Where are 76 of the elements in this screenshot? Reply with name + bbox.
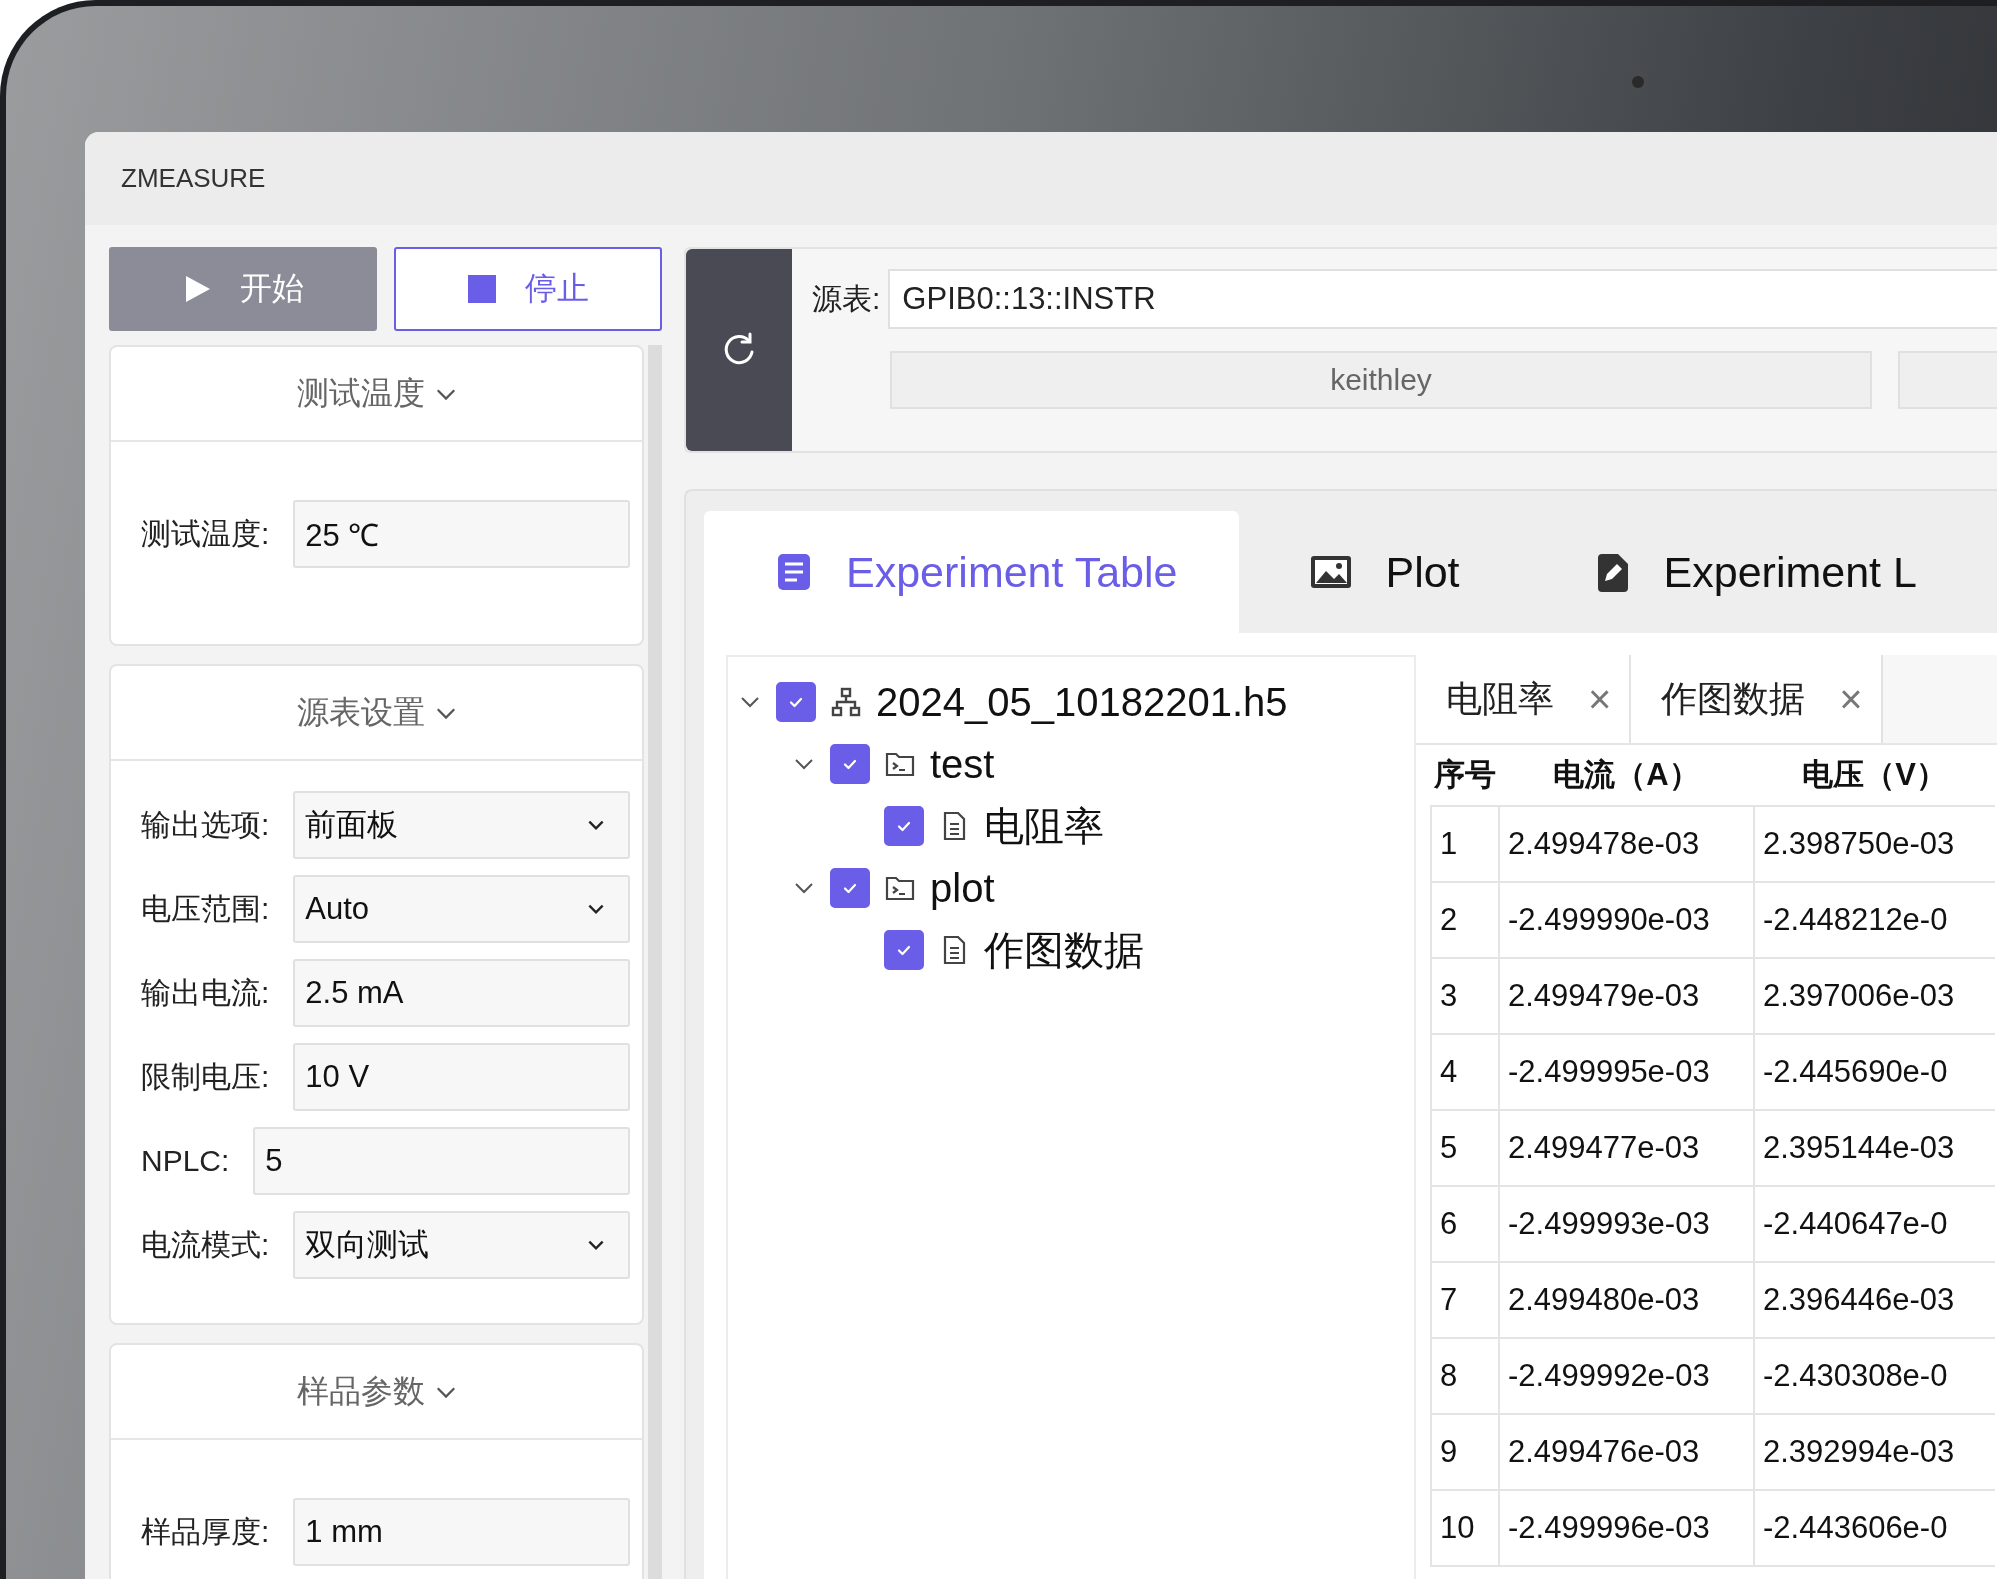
window-title: ZMEASURE bbox=[121, 163, 266, 194]
table-cell: 5 bbox=[1431, 1110, 1499, 1186]
field-label: 电压范围: bbox=[141, 890, 270, 927]
stop-button[interactable]: 停止 bbox=[394, 247, 662, 331]
field-label: 输出选项: bbox=[141, 806, 270, 843]
field-label: 样品厚度: bbox=[141, 1513, 270, 1550]
table-cell: -2.445690e-0 bbox=[1754, 1034, 1995, 1110]
input-field[interactable]: 2.5 mA bbox=[293, 959, 630, 1027]
field-label: 源表: bbox=[812, 280, 881, 317]
input-field[interactable]: 5 bbox=[253, 1127, 630, 1195]
table-cell: 2.499477e-03 bbox=[1499, 1110, 1754, 1186]
field-label: 限制电压: bbox=[141, 1058, 270, 1095]
close-icon[interactable]: × bbox=[1839, 676, 1863, 722]
dropdown[interactable]: 前面板 bbox=[293, 791, 630, 859]
table-cell: -2.430308e-0 bbox=[1754, 1338, 1995, 1414]
table-cell: -2.499990e-03 bbox=[1499, 882, 1754, 958]
checkbox[interactable] bbox=[884, 930, 924, 970]
tree-item-label[interactable]: 2024_05_10182201.h5 bbox=[876, 679, 1288, 725]
data-tab[interactable]: 电阻率 × bbox=[1416, 655, 1632, 743]
device-button[interactable]: keithley bbox=[890, 351, 1872, 409]
table-cell: -2.440647e-0 bbox=[1754, 1186, 1995, 1262]
data-tab[interactable]: 作图数据 × bbox=[1631, 655, 1883, 743]
table-cell: -2.499995e-03 bbox=[1499, 1034, 1754, 1110]
table-cell: -2.499992e-03 bbox=[1499, 1338, 1754, 1414]
table-cell: 2.499480e-03 bbox=[1499, 1262, 1754, 1338]
table-cell: 4 bbox=[1431, 1034, 1499, 1110]
table-cell: 2.392994e-03 bbox=[1754, 1414, 1995, 1490]
column-header: 序号 bbox=[1431, 745, 1499, 806]
checkbox[interactable] bbox=[884, 806, 924, 846]
table-cell: 2.396446e-03 bbox=[1754, 1262, 1995, 1338]
tab-label[interactable]: 作图数据 bbox=[1661, 674, 1806, 724]
table-cell: 2.395144e-03 bbox=[1754, 1110, 1995, 1186]
table-cell: 10 bbox=[1431, 1490, 1499, 1566]
column-header: 电流（A） bbox=[1499, 745, 1754, 806]
checkbox[interactable] bbox=[776, 682, 816, 722]
input-field[interactable]: 10 V bbox=[293, 1043, 630, 1111]
hierarchy-icon bbox=[830, 686, 862, 718]
table-cell: 7 bbox=[1431, 1262, 1499, 1338]
checkbox[interactable] bbox=[830, 744, 870, 784]
tree-item-label[interactable]: 作图数据 bbox=[984, 922, 1144, 978]
field-label: 电流模式: bbox=[141, 1226, 270, 1263]
checkbox[interactable] bbox=[830, 868, 870, 908]
table-cell: -2.448212e-0 bbox=[1754, 882, 1995, 958]
table-cell: 2.499476e-03 bbox=[1499, 1414, 1754, 1490]
table-cell: 6 bbox=[1431, 1186, 1499, 1262]
tab[interactable]: Experiment L bbox=[1521, 511, 1917, 633]
close-icon[interactable]: × bbox=[1588, 676, 1612, 722]
tree-item-label[interactable]: 电阻率 bbox=[984, 798, 1104, 854]
table-cell: -2.499996e-03 bbox=[1499, 1490, 1754, 1566]
table-cell: 2.499479e-03 bbox=[1499, 958, 1754, 1034]
table-cell: 2.397006e-03 bbox=[1754, 958, 1995, 1034]
table-cell: 8 bbox=[1431, 1338, 1499, 1414]
tab[interactable]: Experiment Table bbox=[704, 511, 1240, 633]
table-cell: 2.499478e-03 bbox=[1499, 806, 1754, 882]
input-field[interactable]: 1 mm bbox=[293, 1498, 630, 1566]
field-label: NPLC: bbox=[141, 1144, 230, 1178]
camera-dot bbox=[1632, 76, 1644, 88]
column-header: 电压（V） bbox=[1754, 745, 1995, 806]
dropdown[interactable]: Auto bbox=[293, 875, 630, 943]
stop-icon bbox=[467, 274, 497, 304]
table-cell: 1 bbox=[1431, 806, 1499, 882]
table-cell: -2.499993e-03 bbox=[1499, 1186, 1754, 1262]
dropdown[interactable]: 双向测试 bbox=[293, 1211, 630, 1279]
tab-label[interactable]: 电阻率 bbox=[1446, 674, 1554, 724]
input-field[interactable]: 25 ℃ bbox=[293, 500, 630, 568]
table-cell: 2.398750e-03 bbox=[1754, 806, 1995, 882]
tree-item-label[interactable]: plot bbox=[930, 865, 995, 911]
field-label: 测试温度: bbox=[141, 515, 270, 552]
tab[interactable]: Plot bbox=[1239, 511, 1522, 633]
tree-item-label[interactable]: test bbox=[930, 741, 995, 787]
field-label: 输出电流: bbox=[141, 974, 270, 1011]
table-cell: -2.443606e-0 bbox=[1754, 1490, 1995, 1566]
input-field[interactable]: GPIB0::13::INSTR bbox=[888, 269, 1997, 329]
table-cell: 3 bbox=[1431, 958, 1499, 1034]
table-cell: 2 bbox=[1431, 882, 1499, 958]
table-cell: 9 bbox=[1431, 1414, 1499, 1490]
